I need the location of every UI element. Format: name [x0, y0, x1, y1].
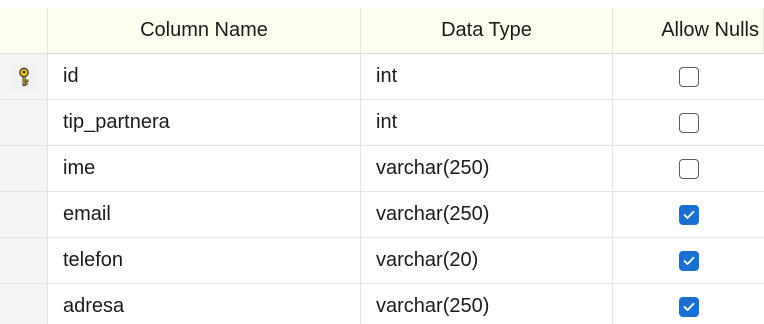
allow-nulls-checkbox[interactable]: [678, 250, 699, 271]
allow-nulls-cell: [613, 284, 764, 324]
column-name-cell[interactable]: ime: [48, 146, 361, 192]
table-designer-grid: Column Name Data Type Allow Nulls id int: [0, 0, 764, 324]
table-row[interactable]: email varchar(250): [0, 192, 764, 238]
column-name-cell[interactable]: telefon: [48, 238, 361, 284]
row-selector[interactable]: [0, 192, 48, 238]
row-selector[interactable]: [0, 238, 48, 284]
data-type-cell[interactable]: varchar(20): [361, 238, 613, 284]
data-type-cell[interactable]: varchar(250): [361, 146, 613, 192]
checkmark-icon: [683, 302, 694, 311]
column-name-cell[interactable]: tip_partnera: [48, 100, 361, 146]
header-data-type[interactable]: Data Type: [361, 8, 613, 54]
key-icon: [8, 61, 39, 92]
checkmark-icon: [683, 210, 694, 219]
table-row[interactable]: ime varchar(250): [0, 146, 764, 192]
table-row[interactable]: telefon varchar(20): [0, 238, 764, 284]
checkmark-icon: [683, 256, 694, 265]
allow-nulls-cell: [613, 146, 764, 192]
data-type-cell[interactable]: int: [361, 54, 613, 100]
allow-nulls-cell: [613, 54, 764, 100]
allow-nulls-checkbox[interactable]: [678, 112, 699, 133]
row-selector[interactable]: [0, 146, 48, 192]
row-selector[interactable]: [0, 284, 48, 324]
table-row[interactable]: adresa varchar(250): [0, 284, 764, 324]
allow-nulls-checkbox[interactable]: [678, 204, 699, 225]
allow-nulls-cell: [613, 238, 764, 284]
table-row[interactable]: tip_partnera int: [0, 100, 764, 146]
column-name-cell[interactable]: adresa: [48, 284, 361, 324]
header-column-name[interactable]: Column Name: [48, 8, 361, 54]
allow-nulls-checkbox[interactable]: [678, 158, 699, 179]
header-selector: [0, 8, 48, 54]
allow-nulls-checkbox[interactable]: [678, 296, 699, 317]
data-type-cell[interactable]: int: [361, 100, 613, 146]
row-selector[interactable]: [0, 54, 48, 100]
allow-nulls-cell: [613, 192, 764, 238]
column-name-cell[interactable]: email: [48, 192, 361, 238]
allow-nulls-checkbox[interactable]: [678, 66, 699, 87]
data-type-cell[interactable]: varchar(250): [361, 192, 613, 238]
allow-nulls-cell: [613, 100, 764, 146]
data-type-cell[interactable]: varchar(250): [361, 284, 613, 324]
header-allow-nulls[interactable]: Allow Nulls: [613, 8, 764, 54]
grid-header: Column Name Data Type Allow Nulls: [0, 8, 764, 54]
table-row[interactable]: id int: [0, 54, 764, 100]
row-selector[interactable]: [0, 100, 48, 146]
column-name-cell[interactable]: id: [48, 54, 361, 100]
